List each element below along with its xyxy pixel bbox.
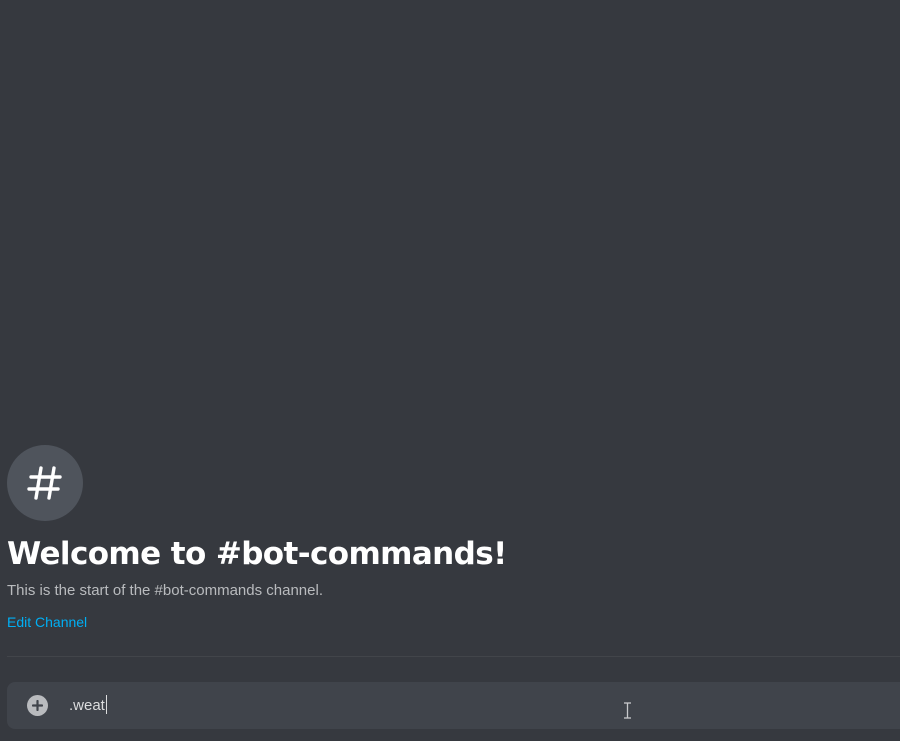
welcome-title: Welcome to #bot-commands! — [7, 536, 507, 572]
edit-channel-link[interactable]: Edit Channel — [7, 613, 87, 631]
plus-circle-icon[interactable] — [27, 695, 48, 716]
channel-welcome-section: Welcome to #bot-commands! This is the st… — [7, 445, 900, 632]
message-composer: .weat — [7, 682, 900, 729]
message-input[interactable]: .weat — [69, 695, 107, 716]
welcome-subtitle: This is the start of the #bot-commands c… — [7, 582, 323, 599]
text-caret — [105, 695, 107, 714]
hashtag-icon — [7, 445, 83, 521]
divider — [7, 656, 900, 657]
text-cursor-icon — [624, 702, 631, 719]
message-input-text: .weat — [69, 697, 105, 714]
